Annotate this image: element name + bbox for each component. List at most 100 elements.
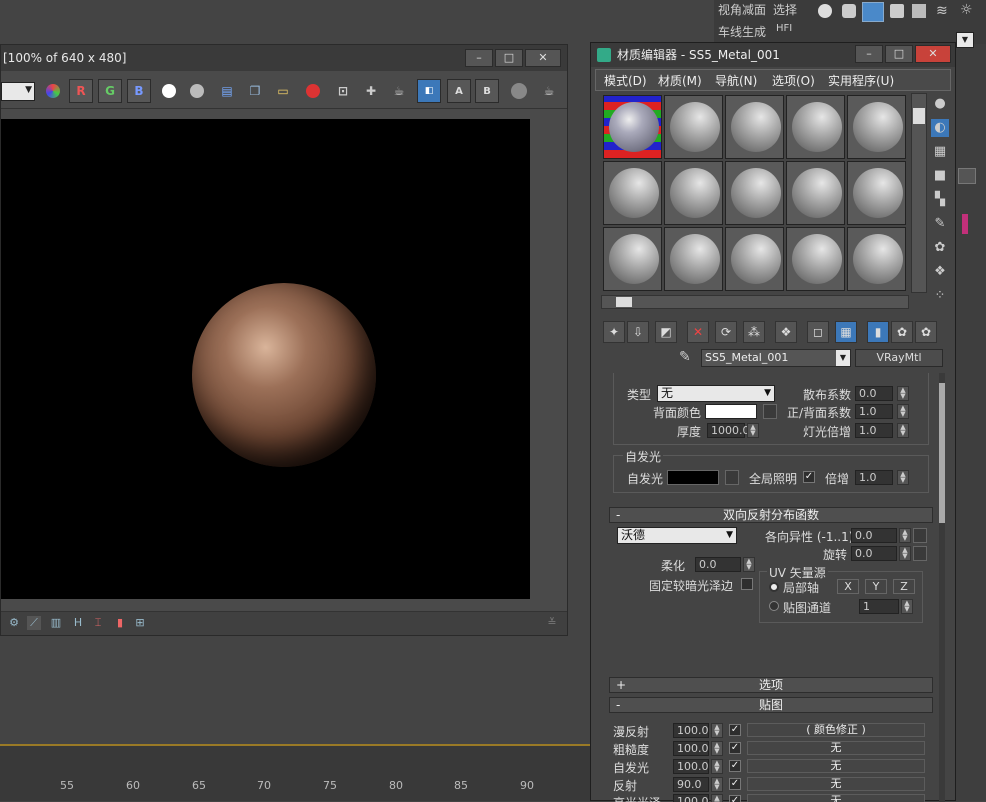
material-name-field[interactable]: SS5_Metal_001 ▼ [701,349,851,367]
make-preview-icon[interactable]: ✎ [931,215,949,233]
eyedropper-icon[interactable]: ✎ [679,349,691,365]
map-channel-radio[interactable] [769,601,779,611]
spinner-arrows[interactable]: ▲▼ [899,546,911,561]
thickness-field[interactable]: 1000.0 [707,423,750,438]
material-slot[interactable] [725,95,784,159]
select-by-material-icon[interactable]: ❖ [931,263,949,281]
make-copy-icon[interactable]: ⟳ [715,321,737,343]
video-color-check-icon[interactable]: ▚ [931,191,949,209]
spinner-arrows[interactable]: ▲▼ [711,777,723,792]
spinner-arrows[interactable]: ▲▼ [901,599,913,614]
color-swatch[interactable] [962,214,968,234]
axis-y-button[interactable]: Y [865,579,887,594]
spinner-arrows[interactable]: ▲▼ [711,723,723,738]
stop-icon[interactable] [507,79,531,103]
put-to-library-icon[interactable]: ❖ [775,321,797,343]
map-row-amount[interactable]: 100.0 [673,741,709,756]
slots-horizontal-scrollbar[interactable] [601,295,909,309]
sphere-icon[interactable] [818,4,832,18]
spinner-arrows[interactable]: ▲▼ [897,386,909,401]
menu-mode[interactable]: 模式(D) [604,72,647,89]
me-close-button[interactable]: ✕ [915,45,951,63]
map-channel-field[interactable]: 1 [859,599,899,614]
viewport-cube-button[interactable]: 视角减面 [718,1,766,18]
menu-material[interactable]: 材质(M) [658,72,702,89]
map-row-checkbox[interactable]: ✓ [729,760,741,772]
backlight-icon[interactable]: ◐ [931,119,949,137]
self-illum-map-button[interactable] [725,470,739,485]
render-teapot-icon[interactable]: ☕ [537,79,561,103]
spinner-arrows[interactable]: ▲▼ [711,741,723,756]
local-axis-radio[interactable] [769,582,779,592]
curve-icon[interactable]: ⟋ [27,616,41,630]
lut-icon[interactable]: ▮ [113,616,127,630]
material-slot[interactable] [725,227,784,291]
material-slot[interactable] [603,227,662,291]
close-button[interactable]: ✕ [525,49,561,67]
map-row-slot-button[interactable]: 无 [747,759,925,773]
menu-utilities[interactable]: 实用程序(U) [828,72,894,89]
render-area-dropdown[interactable]: ▼ [1,82,35,101]
hfi-button[interactable]: HFI [776,23,792,34]
track-icon[interactable]: ✚ [359,79,383,103]
map-row-amount[interactable]: 100.0 [673,723,709,738]
make-unique-icon[interactable]: ⁂ [743,321,765,343]
map-row-slot-button[interactable]: ( 颜色修正 ) [747,723,925,737]
uv-tiling-icon[interactable]: ■ [931,167,949,185]
double-chevron-down-icon[interactable]: ≚ [545,616,559,630]
go-to-parent-icon[interactable]: ✿ [891,321,913,343]
clear-icon[interactable] [301,79,325,103]
material-slot[interactable] [786,161,845,225]
scroll-thumb[interactable] [616,297,632,307]
spinner-arrows[interactable]: ▲▼ [711,759,723,774]
brdf-type-dropdown[interactable]: 沃德 ▼ [617,527,737,544]
material-type-button[interactable]: VRayMtl [855,349,943,367]
timeline[interactable]: 55 60 65 70 75 80 85 90 [0,744,592,801]
menu-options[interactable]: 选项(O) [772,72,815,89]
material-slot[interactable] [786,95,845,159]
history-b-icon[interactable]: B [475,79,499,103]
options-icon[interactable]: ✿ [931,239,949,257]
maps-rollout-header[interactable]: - 贴图 [609,697,933,713]
monochrome-icon[interactable] [185,79,209,103]
brdf-rollout-header[interactable]: - 双向反射分布函数 [609,507,933,523]
save-image-icon[interactable]: ▤ [215,79,239,103]
alpha-white-icon[interactable] [157,79,181,103]
spinner-arrows[interactable]: ▲▼ [899,528,911,543]
map-row-slot-button[interactable]: 无 [747,741,925,755]
select-button[interactable]: 选择 [773,1,797,18]
spinner-arrows[interactable]: ▲▼ [747,423,759,438]
material-map-navigator-icon[interactable]: ⁘ [931,287,949,305]
map-row-checkbox[interactable]: ✓ [729,724,741,736]
maximize-button[interactable]: □ [495,49,523,67]
map-row-checkbox[interactable]: ✓ [729,742,741,754]
axis-x-button[interactable]: X [837,579,859,594]
show-map-icon[interactable]: ▦ [835,321,857,343]
spinner-arrows[interactable]: ▲▼ [897,470,909,485]
green-channel-button[interactable]: G [98,79,122,103]
slots-vertical-scrollbar[interactable] [911,93,927,293]
minimize-button[interactable]: – [465,49,493,67]
material-slot[interactable] [847,161,906,225]
go-forward-icon[interactable]: ✿ [915,321,937,343]
material-slot[interactable] [664,95,723,159]
assign-to-selection-icon[interactable]: ◩ [655,321,677,343]
material-id-icon[interactable]: ◻ [807,321,829,343]
map-row-amount[interactable]: 100.0 [673,759,709,774]
material-slot[interactable] [725,161,784,225]
grid-icon[interactable]: ⊞ [133,616,147,630]
anisotropy-map-button[interactable] [913,528,927,543]
axis-z-button[interactable]: Z [893,579,915,594]
back-color-swatch[interactable] [705,404,757,419]
put-to-scene-icon[interactable]: ⇩ [627,321,649,343]
rotation-field[interactable]: 0.0 [851,546,897,561]
back-color-map-button[interactable] [763,404,777,419]
sample-type-icon[interactable]: ● [931,95,949,113]
spinner-arrows[interactable]: ▲▼ [897,404,909,419]
menu-navigation[interactable]: 导航(N) [715,72,757,89]
material-slot[interactable] [847,95,906,159]
refraction-type-dropdown[interactable]: 无 ▼ [657,385,775,402]
split-icon[interactable]: ⌶ [91,616,105,630]
map-row-amount[interactable]: 90.0 [673,777,709,792]
blue-channel-button[interactable]: B [127,79,151,103]
